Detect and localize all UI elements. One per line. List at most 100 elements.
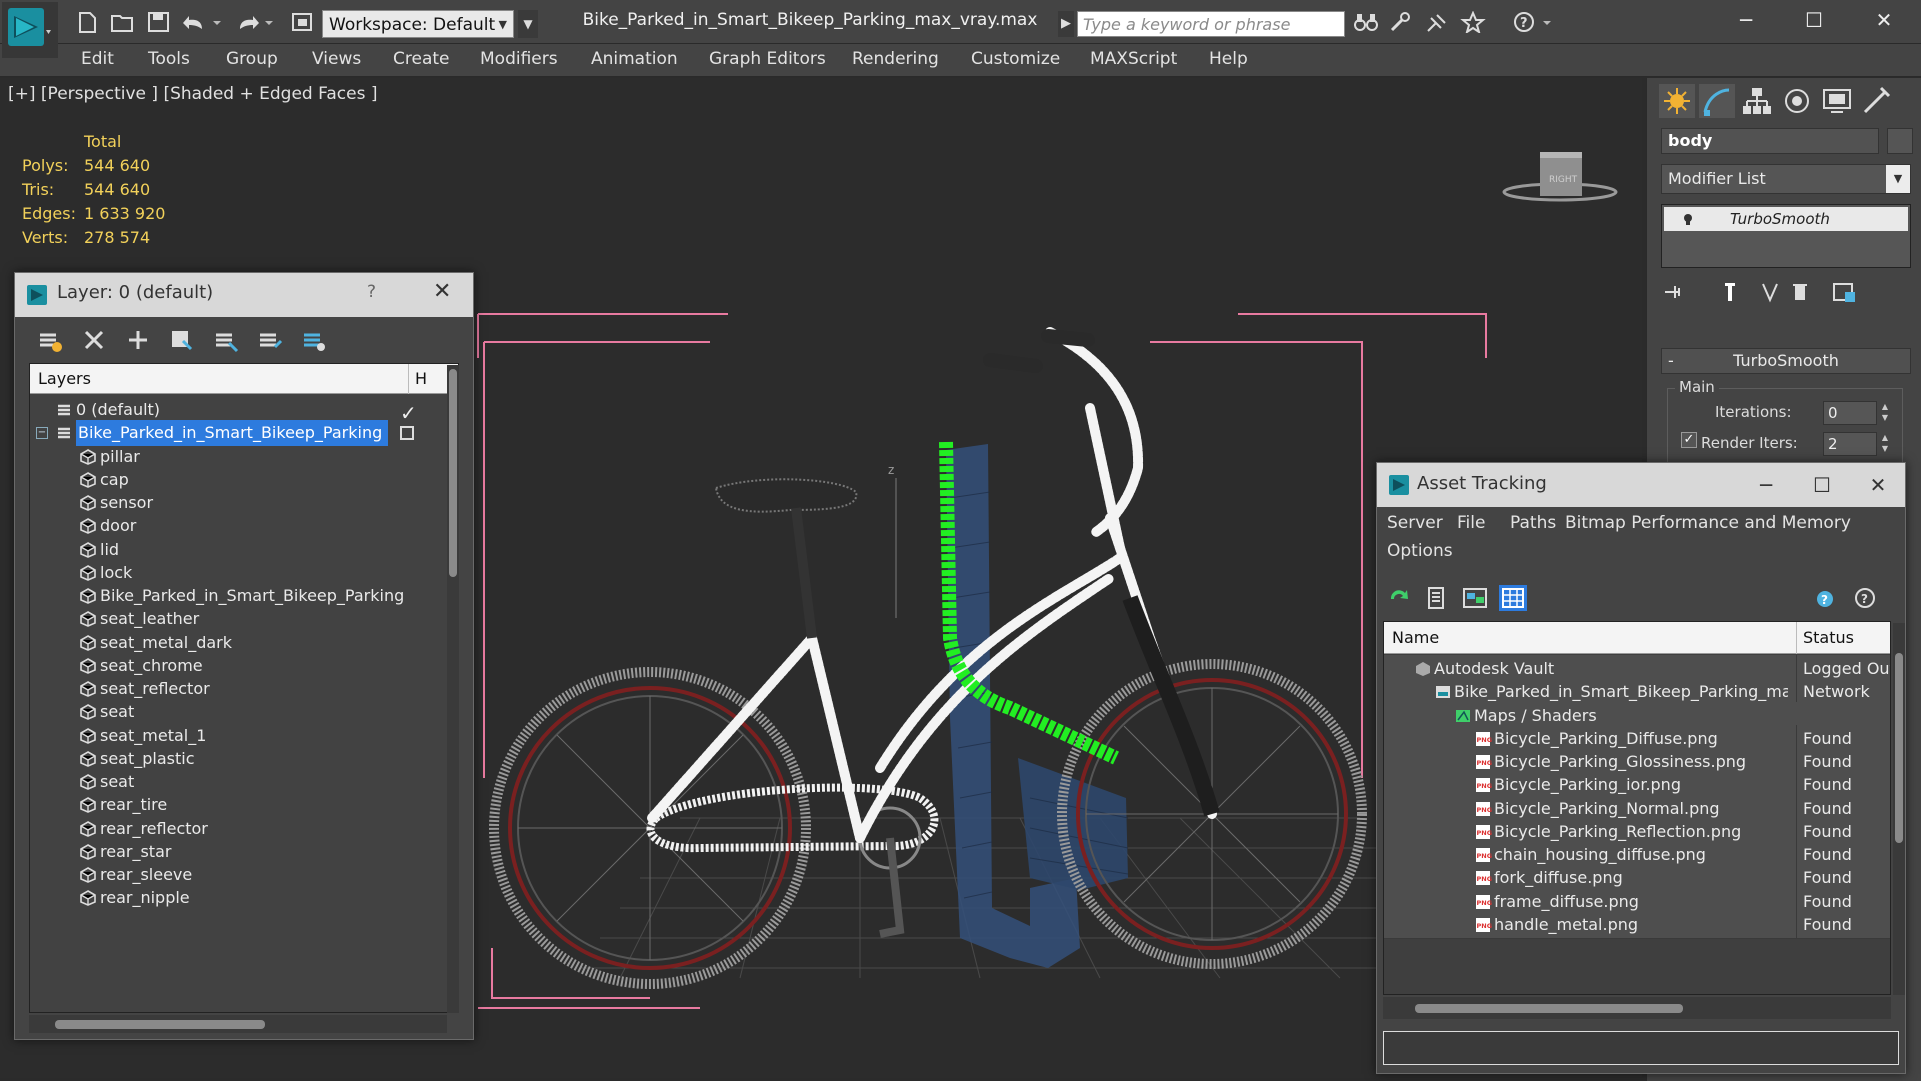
communication-center-icon[interactable] bbox=[1424, 11, 1450, 33]
menu-modifiers[interactable]: Modifiers bbox=[480, 49, 558, 69]
hierarchy-tab-icon[interactable] bbox=[1739, 84, 1775, 118]
add-selection-icon[interactable] bbox=[125, 327, 151, 353]
search-expand-icon[interactable]: ▶ bbox=[1058, 11, 1074, 37]
menu-help[interactable]: Help bbox=[1209, 49, 1248, 69]
open-file-icon[interactable] bbox=[110, 11, 136, 33]
collapse-icon[interactable]: − bbox=[36, 427, 48, 440]
maximize-button[interactable]: ☐ bbox=[1784, 0, 1844, 44]
undo-icon[interactable] bbox=[182, 11, 208, 33]
menu-animation[interactable]: Animation bbox=[591, 49, 678, 69]
help-icon[interactable]: ? bbox=[1512, 11, 1538, 33]
binoculars-icon[interactable] bbox=[1353, 11, 1379, 33]
scroll-thumb[interactable] bbox=[449, 369, 457, 577]
menu-paths[interactable]: Paths bbox=[1510, 513, 1556, 533]
dialog-titlebar[interactable]: Layer: 0 (default) ? ✕ bbox=[15, 273, 473, 317]
remove-modifier-icon[interactable] bbox=[1787, 280, 1813, 304]
refresh-icon[interactable] bbox=[1385, 585, 1413, 611]
name-column-header[interactable]: Name bbox=[1392, 622, 1439, 654]
delete-icon[interactable] bbox=[81, 327, 107, 353]
modify-tab-icon[interactable] bbox=[1699, 84, 1735, 118]
list-view-icon[interactable] bbox=[1423, 585, 1451, 611]
set-current-layer-icon[interactable] bbox=[257, 327, 283, 353]
menu-maxscript[interactable]: MAXScript bbox=[1090, 49, 1177, 69]
dialog-titlebar[interactable]: Asset Tracking ─ ☐ ✕ bbox=[1377, 463, 1905, 507]
layer-properties-icon[interactable] bbox=[301, 327, 327, 353]
motion-tab-icon[interactable] bbox=[1779, 84, 1815, 118]
context-help-icon[interactable]: ? bbox=[1851, 585, 1879, 611]
workspace-menu-icon[interactable]: ▼ bbox=[518, 10, 538, 38]
asset-path-field[interactable] bbox=[1383, 1031, 1899, 1065]
scroll-thumb[interactable] bbox=[55, 1020, 265, 1029]
object-name-field[interactable]: body bbox=[1661, 128, 1879, 154]
show-end-result-icon[interactable] bbox=[1717, 280, 1743, 304]
minimize-button[interactable]: ─ bbox=[1716, 0, 1776, 44]
table-view-icon[interactable] bbox=[1499, 585, 1527, 611]
redo-dropdown-icon[interactable] bbox=[262, 11, 276, 33]
asset-row[interactable]: PNG handle_metal.png Found bbox=[1384, 910, 1890, 940]
menu-customize[interactable]: Customize bbox=[971, 49, 1060, 69]
menu-create[interactable]: Create bbox=[393, 49, 450, 69]
asset-table-header[interactable]: Name Status bbox=[1384, 622, 1890, 654]
highlight-selected-icon[interactable] bbox=[213, 327, 239, 353]
close-button[interactable]: ✕ bbox=[1854, 0, 1914, 44]
object-row[interactable]: rear_nipple bbox=[30, 884, 446, 913]
iterations-spinner[interactable]: 0 bbox=[1823, 401, 1877, 425]
display-tab-icon[interactable] bbox=[1819, 84, 1855, 118]
project-folder-icon[interactable] bbox=[290, 11, 316, 33]
viewport-label[interactable]: [+] [Perspective ] [Shaded + Edged Faces… bbox=[8, 84, 377, 104]
help-icon[interactable]: ? bbox=[1813, 585, 1841, 611]
close-button[interactable]: ✕ bbox=[1853, 467, 1903, 503]
hide-toggle-checkbox[interactable] bbox=[400, 426, 414, 441]
menu-file[interactable]: File bbox=[1457, 513, 1485, 533]
help-dropdown-icon[interactable] bbox=[1540, 11, 1554, 33]
render-iters-checkbox[interactable]: ✓ bbox=[1681, 432, 1697, 448]
undo-dropdown-icon[interactable] bbox=[210, 11, 224, 33]
close-button[interactable]: ✕ bbox=[433, 279, 451, 304]
vertical-scrollbar[interactable] bbox=[1893, 623, 1905, 995]
maximize-button[interactable]: ☐ bbox=[1797, 467, 1847, 503]
new-layer-icon[interactable] bbox=[37, 327, 63, 353]
menu-edit[interactable]: Edit bbox=[81, 49, 114, 69]
object-color-swatch[interactable] bbox=[1887, 128, 1913, 154]
menu-group[interactable]: Group bbox=[226, 49, 278, 69]
menu-bitmap-performance[interactable]: Bitmap Performance and Memory bbox=[1565, 513, 1851, 533]
scroll-thumb[interactable] bbox=[1415, 1004, 1683, 1013]
thumbnail-view-icon[interactable] bbox=[1461, 585, 1489, 611]
menu-options[interactable]: Options bbox=[1387, 541, 1453, 561]
status-column-header[interactable]: Status bbox=[1796, 622, 1854, 654]
workspace-dropdown[interactable]: Workspace: Default ▼ bbox=[322, 10, 514, 38]
spinner-arrows-icon[interactable]: ▲ ▼ bbox=[1879, 432, 1891, 456]
layers-column-header[interactable]: Layers H bbox=[30, 364, 458, 394]
spinner-arrows-icon[interactable]: ▲ ▼ bbox=[1879, 401, 1891, 425]
save-icon[interactable] bbox=[146, 11, 172, 33]
redo-icon[interactable] bbox=[234, 11, 260, 33]
utilities-tab-icon[interactable] bbox=[1859, 84, 1895, 118]
new-file-icon[interactable] bbox=[74, 11, 100, 33]
app-logo-icon[interactable] bbox=[2, 2, 58, 58]
make-unique-icon[interactable] bbox=[1757, 280, 1783, 304]
select-objects-icon[interactable] bbox=[169, 327, 195, 353]
menu-views[interactable]: Views bbox=[312, 49, 361, 69]
create-tab-icon[interactable] bbox=[1659, 84, 1695, 118]
render-iters-spinner[interactable]: 2 bbox=[1823, 432, 1877, 456]
horizontal-scrollbar[interactable] bbox=[29, 1015, 447, 1033]
modifier-list-dropdown[interactable]: Modifier List ▼ bbox=[1661, 164, 1911, 194]
menu-tools[interactable]: Tools bbox=[148, 49, 190, 69]
favorites-star-icon[interactable] bbox=[1460, 11, 1486, 33]
lightbulb-icon[interactable] bbox=[1682, 213, 1694, 225]
vertical-scrollbar[interactable] bbox=[447, 365, 459, 1013]
help-button[interactable]: ? bbox=[367, 282, 376, 302]
menu-graph-editors[interactable]: Graph Editors bbox=[709, 49, 826, 69]
menu-server[interactable]: Server bbox=[1387, 513, 1443, 533]
key-tools-icon[interactable] bbox=[1388, 11, 1414, 33]
horizontal-scrollbar[interactable] bbox=[1383, 997, 1891, 1019]
search-input[interactable] bbox=[1077, 11, 1345, 37]
pin-stack-icon[interactable] bbox=[1663, 280, 1689, 304]
minimize-button[interactable]: ─ bbox=[1741, 467, 1791, 503]
turbosmooth-rollout[interactable]: - TurboSmooth bbox=[1661, 348, 1911, 374]
configure-sets-icon[interactable] bbox=[1831, 280, 1857, 304]
stack-item-turbosmooth[interactable]: TurboSmooth bbox=[1664, 207, 1908, 231]
menu-rendering[interactable]: Rendering bbox=[852, 49, 939, 69]
scroll-thumb[interactable] bbox=[1895, 653, 1903, 843]
viewcube[interactable]: RIGHT bbox=[1495, 138, 1625, 208]
